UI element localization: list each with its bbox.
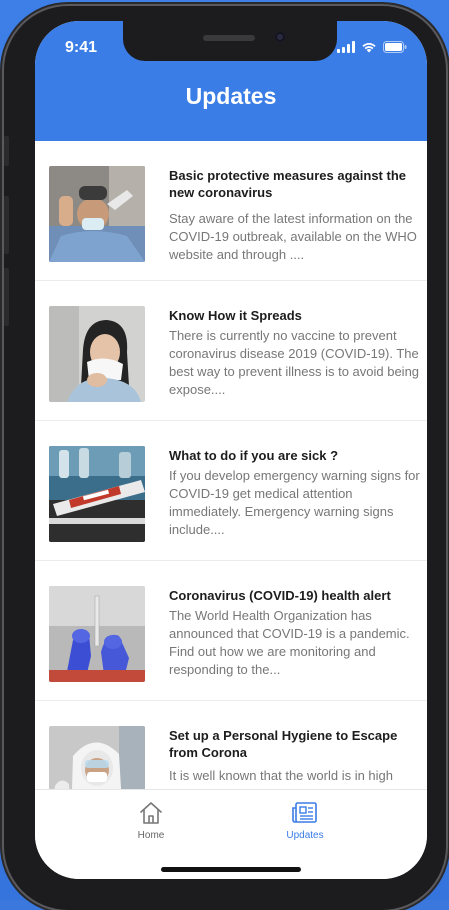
article-thumbnail [49,306,145,402]
front-camera [275,32,285,42]
article-title: Set up a Personal Hygiene to Escape from… [169,728,398,760]
cellular-signal-icon [337,41,355,53]
article-title: Basic protective measures against the ne… [169,168,406,200]
notch [123,21,337,61]
article-thumbnail [49,726,145,789]
tab-updates-label: Updates [286,830,324,841]
status-icons [337,41,407,53]
tab-home[interactable]: Home [91,800,211,841]
speaker-grille [203,35,255,41]
newspaper-icon [292,802,317,823]
battery-icon [383,41,407,53]
list-item[interactable]: Set up a Personal Hygiene to Escape from… [35,701,427,789]
wifi-icon [361,41,377,53]
mute-switch [4,136,9,166]
article-title: Coronavirus (COVID-19) health alert [169,588,391,603]
article-thumbnail [49,446,145,542]
home-indicator [161,867,301,872]
list-item[interactable]: Know How it Spreads There is currently n… [35,281,427,421]
article-description: It is well known that the world is in hi… [169,768,393,783]
volume-up-button [4,196,9,254]
list-item[interactable]: Basic protective measures against the ne… [35,141,427,281]
article-title: What to do if you are sick ? [169,448,339,463]
article-description: If you develop emergency warning signs f… [169,468,420,537]
status-time: 9:41 [65,39,98,56]
screen: 9:41 Updates Basic protective measures a… [35,21,427,879]
app-header: 9:41 Updates [35,21,427,141]
tab-home-label: Home [137,830,165,841]
volume-down-button [4,268,9,326]
tab-bar: Home Updates [35,789,427,879]
home-icon [140,802,162,824]
article-description: Stay aware of the latest information on … [169,211,417,262]
article-title: Know How it Spreads [169,308,302,323]
article-description: There is currently no vaccine to prevent… [169,328,420,397]
article-thumbnail [49,166,145,262]
article-description: The World Health Organization has announ… [169,608,410,677]
tab-updates[interactable]: Updates [245,800,365,841]
page-title: Updates [185,83,277,109]
updates-list[interactable]: Basic protective measures against the ne… [35,141,427,789]
list-item[interactable]: What to do if you are sick ? If you deve… [35,421,427,561]
list-item[interactable]: Coronavirus (COVID-19) health alert The … [35,561,427,701]
article-thumbnail [49,586,145,682]
